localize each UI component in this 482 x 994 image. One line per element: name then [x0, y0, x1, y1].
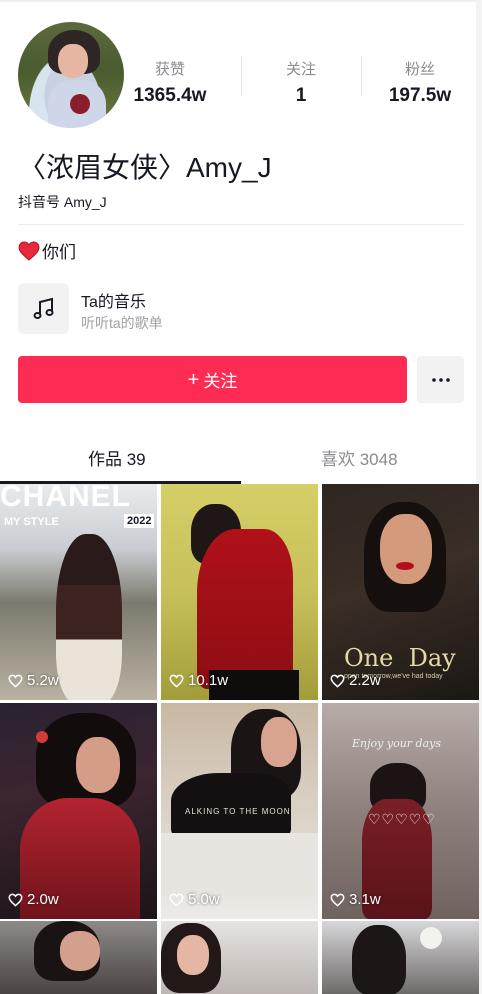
like-count-text: 10.1w: [188, 672, 229, 689]
heart-outline-icon: [169, 893, 184, 907]
more-button[interactable]: [417, 356, 464, 403]
like-count: 5.2w: [8, 672, 59, 689]
video-bokeh: [36, 731, 48, 743]
heart-icon: [18, 240, 40, 261]
video-tile[interactable]: [322, 921, 479, 994]
plus-icon: +: [187, 368, 200, 391]
follow-button[interactable]: + 关注: [18, 356, 407, 403]
like-count-text: 3.1w: [349, 891, 381, 908]
video-figure: [352, 925, 406, 994]
video-figure-face: [261, 717, 297, 767]
douyin-id: 抖音号 Amy_J: [18, 194, 107, 210]
heart-outline-icon: [330, 893, 345, 907]
stat-label: 粉丝: [404, 61, 435, 78]
profile-name: 〈浓眉女侠〉Amy_J: [18, 152, 272, 183]
heart-outline-icon: [330, 674, 345, 688]
video-tile[interactable]: CHANEL MY STYLE 2022 5.2w: [0, 484, 157, 700]
video-overlay-subtitle: ALKING TO THE MOON: [185, 807, 291, 816]
music-note-icon: [33, 297, 53, 319]
heart-outline-icon: [169, 674, 184, 688]
video-figure: [56, 534, 122, 700]
video-tile[interactable]: Enjoy your days ♡♡♡♡♡ 3.1w: [322, 703, 479, 919]
follow-label: 关注: [203, 372, 238, 391]
video-figure-face: [60, 931, 100, 971]
stat-label: 获赞: [154, 61, 185, 78]
video-tile[interactable]: ALKING TO THE MOON 5.0w: [161, 703, 318, 919]
tab-works[interactable]: 作品 39: [88, 445, 146, 470]
like-count-text: 2.2w: [349, 672, 381, 689]
video-overlay-hearts: ♡♡♡♡♡: [368, 811, 436, 827]
video-overlay-subtitle: Enjoy your days: [352, 737, 441, 750]
top-border: [0, 0, 482, 2]
like-count-text: 5.2w: [27, 672, 59, 689]
stat-label: 关注: [285, 61, 316, 78]
tab-likes[interactable]: 喜欢 3048: [321, 445, 398, 470]
like-count-text: 5.0w: [188, 891, 220, 908]
video-figure-face: [177, 935, 209, 975]
stat-following[interactable]: 关注 1: [241, 58, 361, 107]
video-tile[interactable]: 10.1w: [161, 484, 318, 700]
avatar-face: [58, 44, 88, 78]
video-tile[interactable]: One Day open tomorrow,we've had today 2.…: [322, 484, 479, 700]
like-count: 10.1w: [169, 672, 228, 689]
video-tile[interactable]: [0, 921, 157, 994]
video-overlay-subtitle: MY STYLE: [4, 516, 59, 528]
stat-followers[interactable]: 粉丝 197.5w: [360, 58, 480, 107]
video-figure: [197, 529, 293, 689]
like-count: 3.1w: [330, 891, 381, 908]
divider: [18, 224, 464, 225]
music-subtitle: 听听ta的歌单: [81, 315, 163, 331]
bio-text: 你们: [42, 243, 76, 262]
stat-value: 197.5w: [388, 85, 452, 106]
heart-outline-icon: [8, 893, 23, 907]
video-overlay-title: CHANEL: [0, 484, 131, 513]
video-counter: [161, 833, 318, 893]
video-overlay-badge: 2022: [124, 514, 155, 528]
stat-value: 1: [295, 85, 307, 106]
video-lamp: [420, 927, 442, 949]
video-figure-lips: [396, 562, 414, 570]
stat-value: 1365.4w: [133, 85, 207, 106]
video-figure-face: [380, 514, 432, 584]
avatar-flower: [70, 94, 90, 114]
bio: 你们: [18, 238, 76, 263]
video-figure-face: [76, 737, 120, 793]
like-count-text: 2.0w: [27, 891, 59, 908]
heart-outline-icon: [8, 674, 23, 688]
like-count: 2.0w: [8, 891, 59, 908]
music-entry[interactable]: [18, 283, 69, 334]
like-count: 5.0w: [169, 891, 220, 908]
video-tile[interactable]: 2.0w: [0, 703, 157, 919]
music-title[interactable]: Ta的音乐: [81, 288, 146, 312]
avatar[interactable]: [18, 22, 124, 128]
video-tile[interactable]: [161, 921, 318, 994]
stat-likes[interactable]: 获赞 1365.4w: [110, 58, 230, 107]
like-count: 2.2w: [330, 672, 381, 689]
more-dots-icon: [431, 377, 450, 382]
video-overlay-title: One Day: [344, 644, 456, 672]
